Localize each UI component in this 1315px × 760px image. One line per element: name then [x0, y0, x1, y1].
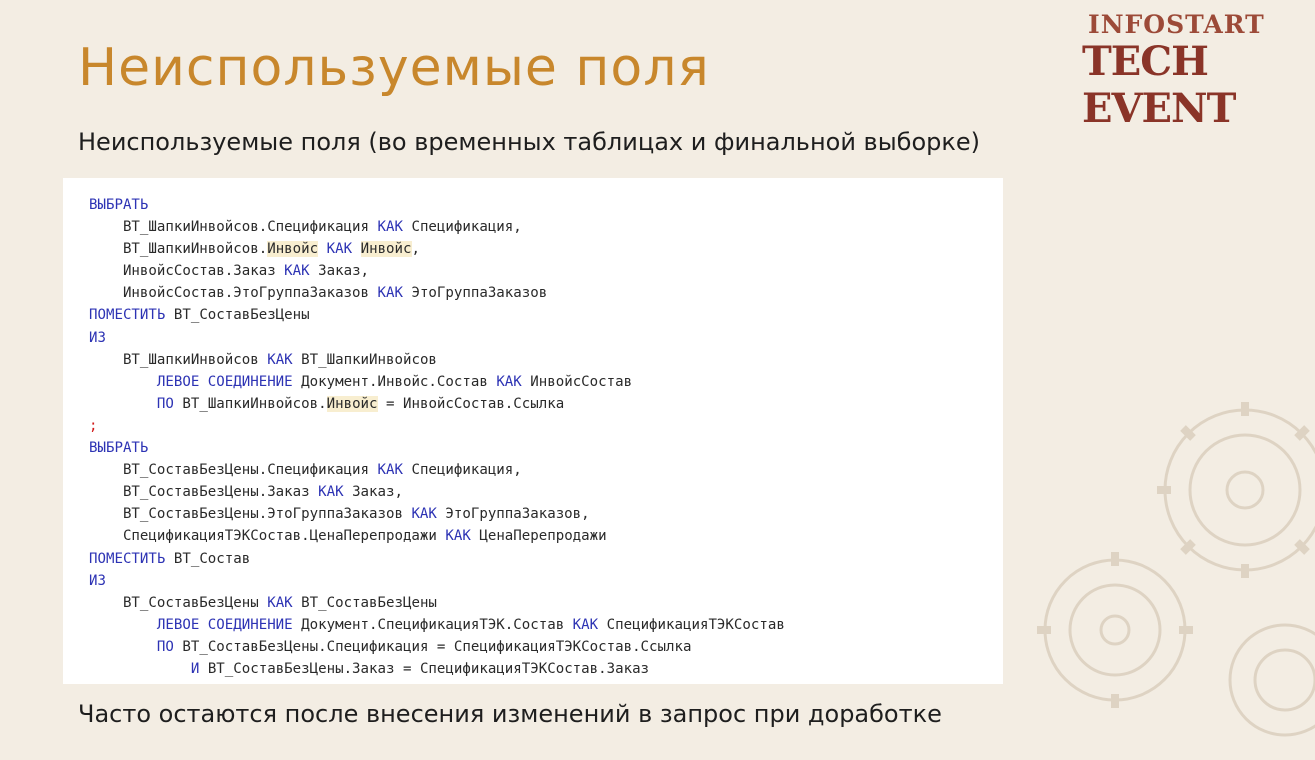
code-line: ПОМЕСТИТЬ ВТ_СоставБезЦены — [89, 304, 785, 326]
code-highlight: Инвойс — [267, 241, 319, 258]
code-line: ПО ВТ_ШапкиИнвойсов.Инвойс = ИнвойсСоста… — [89, 393, 785, 415]
code-text: ВТ_Состав — [165, 550, 251, 567]
code-line: ВТ_ШапкиИнвойсов.Инвойс КАК Инвойс, — [89, 238, 785, 260]
code-line: ИЗ — [89, 570, 785, 592]
event-logo: INFOSTART TECH EVENT — [1082, 10, 1274, 132]
code-text: ВТ_СоставБезЦены — [292, 594, 437, 611]
code-text: = ИнвойсСостав.Ссылка — [377, 395, 565, 412]
code-panel: ВЫБРАТЬ ВТ_ШапкиИнвойсов.Спецификация КА… — [63, 178, 1003, 684]
code-line: ВЫБРАТЬ — [89, 437, 785, 459]
code-keyword: ВЫБРАТЬ — [89, 197, 149, 213]
code-text: ЭтоГруппаЗаказов — [402, 285, 548, 302]
code-text: СпецификацияТЭКСостав.ЦенаПерепродажи — [89, 528, 446, 545]
code-text: ВТ_ШапкиИнвойсов. — [173, 395, 327, 412]
query-code: ВЫБРАТЬ ВТ_ШапкиИнвойсов.Спецификация КА… — [89, 194, 785, 680]
code-keyword: ПОМЕСТИТЬ — [89, 550, 166, 567]
slide-subtitle: Неиспользуемые поля (во временных таблиц… — [78, 128, 980, 156]
code-line: ИнвойсСостав.Заказ КАК Заказ, — [89, 260, 785, 282]
code-text: Документ.Инвойс.Состав — [292, 373, 497, 390]
code-keyword: КАК — [496, 373, 522, 390]
code-text: ВТ_СоставБезЦены.ЭтоГруппаЗаказов — [89, 506, 412, 523]
code-keyword: КАК — [267, 594, 293, 611]
code-text: ВТ_ШапкиИнвойсов — [292, 351, 437, 368]
code-highlight: Инвойс — [326, 395, 378, 412]
code-keyword: КАК — [318, 484, 344, 501]
code-keyword: ПО — [156, 395, 174, 412]
code-keyword: КАК — [377, 462, 403, 479]
code-keyword: КАК — [377, 219, 403, 236]
code-keyword: КАК — [572, 616, 599, 633]
slide-footer: Часто остаются после внесения изменений … — [78, 700, 942, 728]
code-keyword: ЛЕВОЕ СОЕДИНЕНИЕ — [156, 616, 293, 633]
code-text: ВТ_СоставБезЦены — [89, 594, 268, 611]
code-line: ВТ_СоставБезЦены.ЭтоГруппаЗаказов КАК Эт… — [89, 503, 785, 525]
code-keyword: ИЗ — [89, 572, 106, 589]
code-text: ИнвойсСостав.Заказ — [89, 263, 285, 280]
code-line: ЛЕВОЕ СОЕДИНЕНИЕ Документ.СпецификацияТЭ… — [89, 614, 785, 636]
code-text: ИнвойсСостав.ЭтоГруппаЗаказов — [89, 285, 378, 302]
code-highlight: Инвойс — [360, 241, 412, 258]
code-keyword: КАК — [445, 528, 471, 545]
code-keyword: ПОМЕСТИТЬ — [89, 307, 166, 324]
code-text: ВТ_СоставБезЦены — [165, 307, 310, 324]
code-keyword: КАК — [267, 351, 293, 368]
code-line: ИЗ — [89, 327, 785, 349]
code-keyword: КАК — [284, 263, 310, 280]
gears-decoration — [1037, 402, 1315, 737]
code-line: ВЫБРАТЬ — [89, 194, 785, 216]
code-text: ИнвойсСостав — [521, 373, 633, 390]
code-text: ВТ_СоставБезЦены.Спецификация — [89, 462, 378, 479]
code-text: СпецификацияТЭКСостав — [598, 616, 785, 633]
code-line: ; — [89, 415, 785, 437]
code-text: ВТ_СоставБезЦены.Заказ — [89, 484, 319, 501]
code-line: ПОМЕСТИТЬ ВТ_Состав — [89, 548, 785, 570]
code-text: ВТ_СоставБезЦены.Спецификация = Специфик… — [173, 638, 692, 655]
logo-line-2: TECH EVENT — [1082, 38, 1236, 132]
code-line: ИнвойсСостав.ЭтоГруппаЗаказов КАК ЭтоГру… — [89, 282, 785, 304]
code-text: Спецификация, — [402, 462, 522, 479]
code-text: ВТ_ШапкиИнвойсов — [89, 351, 268, 368]
code-line: ВТ_СоставБезЦены.Заказ КАК Заказ, — [89, 481, 785, 503]
code-text: Документ.СпецификацияТЭК.Состав — [292, 616, 573, 633]
code-line: ВТ_ШапкиИнвойсов КАК ВТ_ШапкиИнвойсов — [89, 349, 785, 371]
code-text: ВТ_ШапкиИнвойсов. — [89, 241, 268, 258]
code-line: И ВТ_СоставБезЦены.Заказ = СпецификацияТ… — [89, 658, 785, 680]
code-text: ; — [89, 417, 98, 434]
code-line: ВТ_ШапкиИнвойсов.Спецификация КАК Специф… — [89, 216, 785, 238]
code-text: ВТ_СоставБезЦены.Заказ = СпецификацияТЭК… — [199, 660, 650, 677]
code-line: ЛЕВОЕ СОЕДИНЕНИЕ Документ.Инвойс.Состав … — [89, 371, 785, 393]
code-keyword: ВЫБРАТЬ — [89, 440, 149, 457]
code-keyword: ИЗ — [89, 329, 106, 346]
code-text: ВТ_ШапкиИнвойсов.Спецификация — [89, 219, 378, 236]
code-keyword: КАК — [377, 285, 403, 302]
code-keyword: КАК — [326, 241, 353, 258]
code-line: ВТ_СоставБезЦены.Спецификация КАК Специф… — [89, 459, 785, 481]
code-text: ЦенаПерепродажи — [470, 528, 607, 545]
code-text: Заказ, — [343, 484, 403, 501]
code-keyword: КАК — [411, 506, 437, 523]
code-text: Спецификация, — [402, 219, 522, 236]
code-text: ЭтоГруппаЗаказов, — [436, 506, 590, 523]
code-keyword: ЛЕВОЕ СОЕДИНЕНИЕ — [156, 373, 293, 390]
code-keyword: ПО — [156, 638, 174, 655]
code-line: ПО ВТ_СоставБезЦены.Спецификация = Специ… — [89, 636, 785, 658]
code-text: , — [411, 241, 421, 258]
code-line: ВТ_СоставБезЦены КАК ВТ_СоставБезЦены — [89, 592, 785, 614]
code-line: СпецификацияТЭКСостав.ЦенаПерепродажи КА… — [89, 525, 785, 547]
code-text: Заказ, — [309, 263, 370, 280]
logo-line-1: INFOSTART — [1088, 10, 1265, 39]
slide-title: Неиспользуемые поля — [78, 38, 710, 98]
